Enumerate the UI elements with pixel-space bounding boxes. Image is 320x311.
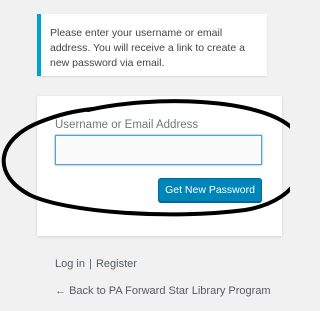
- lost-password-form: Username or Email Address Get New Passwo…: [37, 96, 282, 236]
- register-link[interactable]: Register: [96, 258, 137, 270]
- back-to-blog-label: Back to PA Forward Star Library Program: [69, 285, 271, 297]
- back-arrow-icon: ←: [55, 285, 66, 297]
- get-new-password-button[interactable]: Get New Password: [158, 178, 262, 202]
- lost-password-message: Please enter your username or email addr…: [37, 14, 267, 76]
- nav-separator: |: [89, 258, 92, 270]
- username-email-label: Username or Email Address: [55, 119, 199, 131]
- login-link[interactable]: Log in: [55, 258, 85, 270]
- message-text: Please enter your username or email addr…: [50, 27, 245, 69]
- login-register-nav: Log in | Register: [55, 257, 137, 271]
- username-email-input[interactable]: [55, 135, 262, 165]
- back-to-blog-link[interactable]: ← Back to PA Forward Star Library Progra…: [55, 285, 271, 297]
- back-to-blog: ← Back to PA Forward Star Library Progra…: [55, 284, 271, 298]
